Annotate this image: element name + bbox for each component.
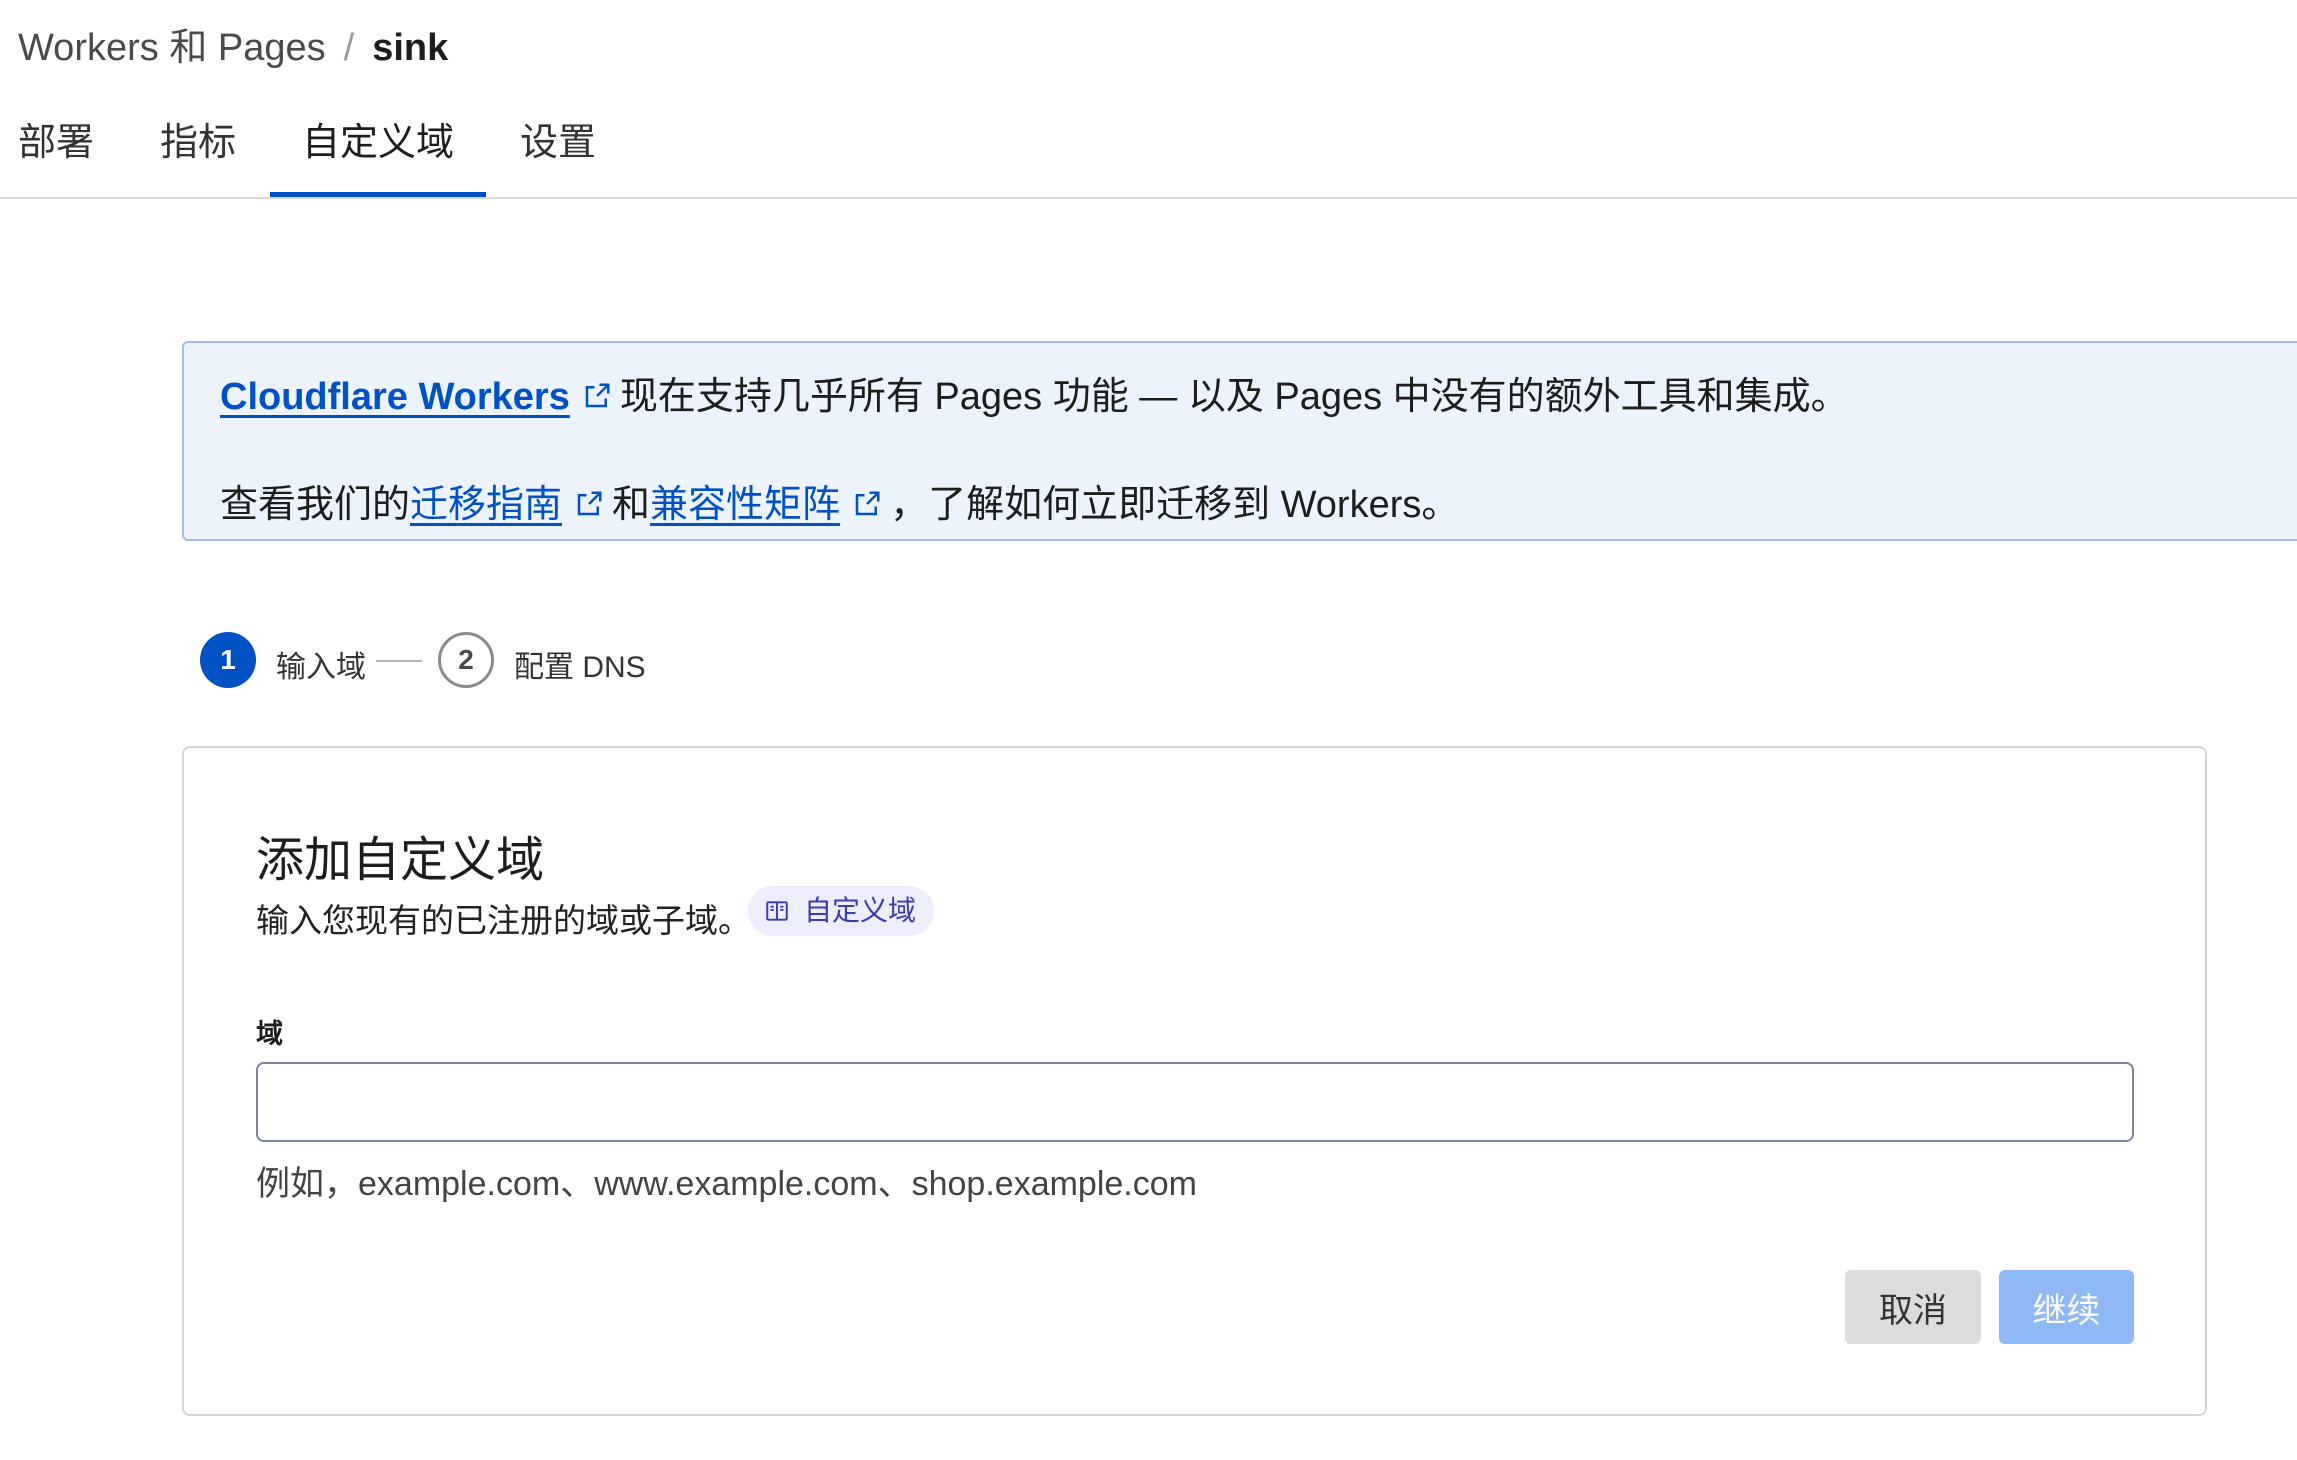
tab-metrics[interactable]: 指标 [160, 105, 236, 197]
banner-text-1: 现在支持几乎所有 Pages 功能 — 以及 Pages 中没有的额外工具和集成… [619, 376, 1849, 418]
compatibility-matrix-link[interactable]: 兼容性矩阵 [650, 484, 840, 526]
step-2-label: 配置 DNS [514, 651, 646, 684]
card-title: 添加自定义域 [256, 834, 545, 887]
external-link-icon [585, 383, 610, 408]
domain-field-hint: 例如，example.com、www.example.com、shop.exam… [256, 1165, 1197, 1203]
continue-button[interactable]: 继续 [1999, 1270, 2134, 1344]
breadcrumb: Workers 和 Pages / sink [18, 16, 448, 71]
step-2-indicator: 2 [438, 632, 494, 688]
external-link-icon [577, 491, 602, 516]
cancel-button[interactable]: 取消 [1845, 1270, 1981, 1344]
card-description: 输入您现有的已注册的域或子域。 [256, 902, 751, 939]
tab-settings[interactable]: 设置 [520, 105, 596, 197]
cloudflare-workers-link[interactable]: Cloudflare Workers [220, 376, 570, 418]
tab-custom-domains[interactable]: 自定义域 [270, 105, 486, 197]
step-1-label: 输入域 [276, 651, 366, 684]
step-1-indicator: 1 [200, 632, 256, 688]
docs-link-label: 自定义域 [804, 895, 917, 926]
step-connector [376, 660, 422, 662]
banner-text-2-mid: 和 [612, 484, 651, 526]
domain-field-label: 域 [256, 1019, 283, 1049]
banner-text-2-suffix: ，了解如何立即迁移到 Workers。 [890, 484, 1460, 526]
domain-input[interactable] [256, 1062, 2134, 1142]
breadcrumb-current: sink [372, 27, 449, 69]
banner-text-2-prefix: 查看我们的 [220, 484, 411, 526]
external-link-icon [855, 491, 880, 516]
add-custom-domain-card: 添加自定义域 输入您现有的已注册的域或子域。 自定义域 域 例如，example… [182, 746, 2207, 1416]
custom-domain-docs-link[interactable]: 自定义域 [748, 886, 935, 936]
banner-line-2: 查看我们的迁移指南 和兼容性矩阵 ，了解如何立即迁移到 Workers。 [220, 473, 1459, 528]
banner-line-1: Cloudflare Workers 现在支持几乎所有 Pages 功能 — 以及… [220, 365, 1849, 420]
info-banner: Cloudflare Workers 现在支持几乎所有 Pages 功能 — 以及… [182, 341, 2297, 541]
breadcrumb-parent-link[interactable]: Workers 和 Pages [18, 27, 326, 69]
book-icon [766, 901, 788, 921]
breadcrumb-separator: / [343, 27, 355, 69]
tab-bar: 部署 指标 自定义域 设置 [0, 105, 2297, 199]
migration-guide-link[interactable]: 迁移指南 [410, 484, 562, 526]
tab-deployments[interactable]: 部署 [18, 105, 94, 197]
